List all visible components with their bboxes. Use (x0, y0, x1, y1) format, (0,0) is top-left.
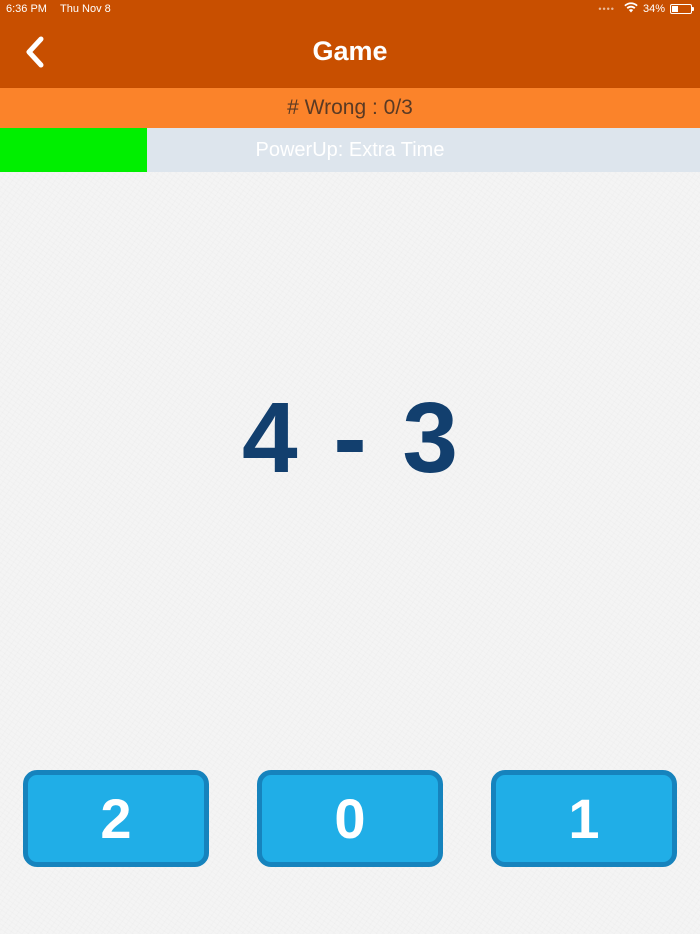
navigation-bar: 6:36 PM Thu Nov 8 •••• 34% Game (0, 0, 700, 88)
page-title: Game (312, 36, 388, 66)
signal-icon: •••• (598, 4, 615, 14)
answer-button-2[interactable]: 0 (257, 770, 443, 867)
powerup-label: PowerUp: Extra Time (255, 139, 445, 161)
answer-button-1[interactable]: 2 (23, 770, 209, 867)
battery-level (672, 6, 679, 12)
status-indicators: •••• 34% (598, 2, 694, 16)
wifi-icon (624, 2, 638, 16)
status-bar: 6:36 PM Thu Nov 8 •••• 34% (0, 0, 700, 20)
math-question: 4 - 3 (241, 382, 459, 494)
battery-percent: 34% (642, 3, 665, 15)
powerup-progress-bar: PowerUp: Extra Time (0, 128, 700, 172)
answer-button-3[interactable]: 1 (491, 770, 677, 867)
wrong-counter: # Wrong : 0/3 (0, 88, 700, 128)
status-time: 6:36 PM (6, 3, 47, 15)
battery-icon (670, 4, 694, 14)
status-date: Thu Nov 8 (60, 3, 111, 15)
